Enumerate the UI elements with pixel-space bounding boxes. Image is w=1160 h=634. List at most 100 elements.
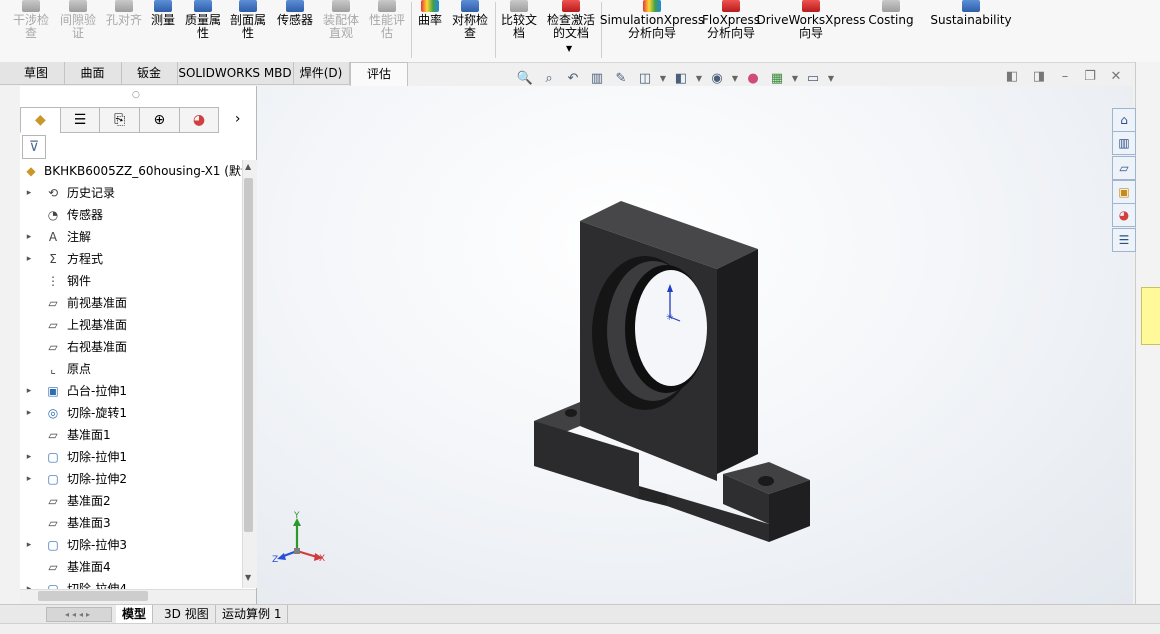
expand-arrow-icon[interactable]: ▸ — [24, 468, 34, 490]
tree-item[interactable]: ▱ 上视基准面 — [20, 314, 242, 336]
expand-arrow-icon[interactable]: ▸ — [24, 248, 34, 270]
hole-align-icon — [115, 0, 133, 12]
plane-icon: ▱ — [48, 560, 58, 574]
zoom-to-area-icon[interactable]: ⌕ — [539, 69, 559, 87]
chevron-down-icon[interactable]: ▼ — [659, 69, 667, 87]
close-icon[interactable]: ✕ — [1108, 69, 1124, 85]
panel-grip-icon[interactable]: ○ — [132, 90, 140, 100]
triad-x-label: X — [319, 554, 325, 564]
tree-item[interactable]: ⋮ 钢件 — [20, 270, 242, 292]
floxpress-button[interactable]: FloXpress 分析向导 — [702, 0, 760, 60]
tab-2[interactable]: 钣金 — [121, 62, 178, 84]
tab-1[interactable]: 曲面 — [64, 62, 122, 84]
scroll-down-icon[interactable]: ▼ — [245, 573, 251, 582]
minimize-icon[interactable]: – — [1057, 69, 1073, 85]
curvature-button[interactable]: 曲率 — [413, 0, 447, 60]
chevron-down-icon[interactable]: ▼ — [827, 69, 835, 87]
view-settings-icon[interactable]: ▭ — [803, 69, 823, 87]
expand-arrow-icon[interactable]: ▸ — [24, 402, 34, 424]
chevron-right-icon[interactable]: › — [218, 107, 257, 131]
tree-item[interactable]: ▱ 前视基准面 — [20, 292, 242, 314]
tree-item[interactable]: ▸ ⟲ 历史记录 — [20, 182, 242, 204]
dimxpertmanager-tab-icon[interactable]: ⊕ — [139, 107, 180, 133]
bottom-tab-2[interactable]: 运动算例 1 — [216, 605, 289, 623]
tree-item[interactable]: ▱ 右视基准面 — [20, 336, 242, 358]
tree-item[interactable]: ▸ A 注解 — [20, 226, 242, 248]
tree-item[interactable]: ▸ Σ 方程式 — [20, 248, 242, 270]
expand-arrow-icon[interactable]: ▸ — [24, 534, 34, 556]
compare-documents-button[interactable]: 比较文 档 — [497, 0, 541, 60]
tree-item[interactable]: ▸ ◎ 切除-旋转1 — [20, 402, 242, 424]
ribbon-button-label: 间隙验 证 — [59, 13, 96, 40]
sensor-button[interactable]: 传感器 — [273, 0, 317, 60]
clearance-button[interactable]: 间隙验 证 — [56, 0, 100, 60]
measure-button[interactable]: 测量 — [146, 0, 180, 60]
mass-properties-button[interactable]: 质量属 性 — [182, 0, 224, 60]
restore-icon[interactable]: ❐ — [1082, 69, 1098, 85]
custom-properties-icon[interactable]: ☰ — [1112, 228, 1136, 252]
dynamic-annotation-icon[interactable]: ✎ — [611, 69, 631, 87]
tree-item[interactable]: ▸ ▢ 切除-拉伸3 — [20, 534, 242, 556]
tab-4[interactable]: 焊件(D) — [293, 62, 350, 84]
apply-scene-icon[interactable]: ▦ — [767, 69, 787, 87]
propertymanager-tab-icon[interactable]: ☰ — [59, 107, 101, 133]
hole-align-button[interactable]: 孔对齐 — [102, 0, 146, 60]
edit-appearance-icon[interactable]: ● — [743, 69, 763, 87]
displaymanager-tab-icon[interactable]: ◕ — [178, 107, 220, 133]
filter-icon[interactable]: ⊽ — [22, 135, 46, 159]
view-orientation-icon[interactable]: ◫ — [635, 69, 655, 87]
tree-horizontal-scroll-thumb[interactable] — [38, 591, 148, 601]
zoom-to-fit-icon[interactable]: 🔍 — [515, 69, 535, 87]
tile-left-icon[interactable]: ◧ — [1004, 69, 1020, 85]
tab-3[interactable]: SOLIDWORKS MBD — [177, 62, 294, 84]
chevron-down-icon[interactable]: ▼ — [695, 69, 703, 87]
driveworksxpress-button[interactable]: DriveWorksXpress 向导 — [756, 0, 866, 60]
tree-item[interactable]: ▸ ▣ 凸台-拉伸1 — [20, 380, 242, 402]
tree-item[interactable]: ⌞ 原点 — [20, 358, 242, 380]
tree-item[interactable]: ▱ 基准面4 — [20, 556, 242, 578]
bottom-tab-0[interactable]: 模型 — [116, 605, 154, 623]
tile-right-icon[interactable]: ◨ — [1031, 69, 1047, 85]
chevron-down-icon[interactable]: ▼ — [731, 69, 739, 87]
tab-5[interactable]: 评估 — [350, 62, 408, 86]
interference-button[interactable]: 干涉检 查 — [8, 0, 54, 60]
section-properties-button[interactable]: 剖面属 性 — [227, 0, 269, 60]
file-explorer-icon[interactable]: ▱ — [1112, 156, 1136, 180]
section-view-icon[interactable]: ▥ — [587, 69, 607, 87]
task-pane-flyout[interactable] — [1141, 287, 1160, 345]
tree-vertical-scroll-thumb[interactable] — [244, 178, 253, 532]
symmetry-check-button[interactable]: 对称检 查 — [448, 0, 492, 60]
featuremanager-tab-icon[interactable]: ◆ — [20, 107, 61, 133]
graphics-area[interactable]: ✳ Y X Z — [257, 86, 1133, 606]
base-notch-face — [639, 486, 667, 506]
home-icon[interactable]: ⌂ — [1112, 108, 1136, 132]
expand-arrow-icon[interactable]: ▸ — [24, 380, 34, 402]
expand-arrow-icon[interactable]: ▸ — [24, 182, 34, 204]
configurationmanager-tab-icon[interactable]: ⎘ — [99, 107, 141, 133]
bottom-tab-1[interactable]: 3D 视图 — [158, 605, 216, 623]
tree-item[interactable]: ◔ 传感器 — [20, 204, 242, 226]
tree-item[interactable]: ▱ 基准面3 — [20, 512, 242, 534]
appearances-icon[interactable]: ◕ — [1112, 203, 1136, 227]
chevron-down-icon[interactable]: ▼ — [791, 69, 799, 87]
performance-evaluation-button[interactable]: 性能评 估 — [364, 0, 410, 60]
display-style-icon[interactable]: ◧ — [671, 69, 691, 87]
chevron-down-icon[interactable]: ▼ — [566, 44, 572, 53]
tree-item[interactable]: ▸ ▢ 切除-拉伸1 — [20, 446, 242, 468]
tab-0[interactable]: 草图 — [8, 62, 65, 84]
sustainability-button[interactable]: Sustainability — [930, 0, 1012, 60]
costing-button[interactable]: Costing — [864, 0, 918, 60]
previous-view-icon[interactable]: ↶ — [563, 69, 583, 87]
design-library-icon[interactable]: ▥ — [1112, 131, 1136, 155]
tab-scroll-arrows-icon[interactable]: ◂◂◂▸ — [46, 607, 112, 622]
view-palette-icon[interactable]: ▣ — [1112, 180, 1136, 204]
simulationxpress-button[interactable]: SimulationXpress 分析向导 — [600, 0, 704, 60]
tree-item[interactable]: ▱ 基准面1 — [20, 424, 242, 446]
tree-item[interactable]: ▸ ▢ 切除-拉伸2 — [20, 468, 242, 490]
assembly-visualization-button[interactable]: 装配体 直观 — [318, 0, 364, 60]
expand-arrow-icon[interactable]: ▸ — [24, 446, 34, 468]
hide-show-items-icon[interactable]: ◉ — [707, 69, 727, 87]
tree-item[interactable]: ▱ 基准面2 — [20, 490, 242, 512]
expand-arrow-icon[interactable]: ▸ — [24, 226, 34, 248]
scroll-up-icon[interactable]: ▲ — [245, 162, 251, 171]
